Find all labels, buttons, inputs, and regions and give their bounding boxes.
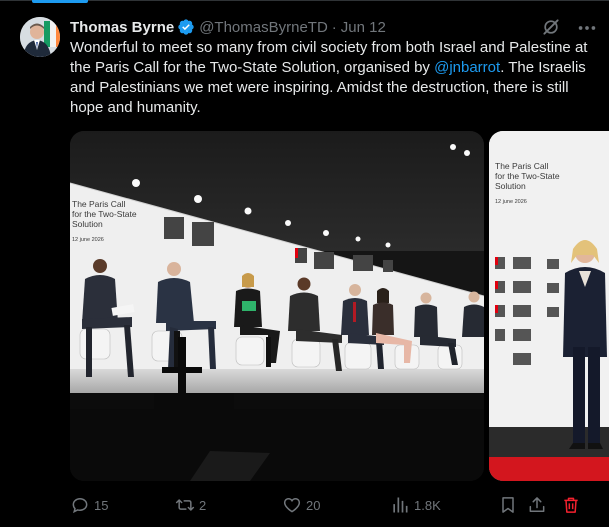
author-handle[interactable]: @ThomasByrneTD	[199, 19, 328, 36]
photo2-banner-line-3: Solution	[495, 181, 526, 191]
tweet-photo-1[interactable]: The Paris Call for the Two-State Solutio…	[70, 131, 484, 481]
bookmark-button[interactable]	[498, 494, 518, 516]
header-separator: ·	[331, 18, 337, 36]
like-count: 20	[306, 497, 321, 513]
grok-icon[interactable]	[541, 17, 561, 37]
mention-link[interactable]: @jnbarrot	[434, 59, 500, 76]
avatar-photo	[20, 17, 60, 57]
views-button[interactable]: 1.8K	[390, 494, 441, 516]
tweet-header: Thomas Byrne @ThomasByrneTD · Jun 12	[70, 16, 386, 38]
photo2-banner-line-2: for the Two-State	[495, 171, 560, 181]
banner-line-3: Solution	[72, 219, 103, 229]
reply-count: 15	[94, 497, 109, 513]
delete-icon	[564, 497, 578, 513]
author-name[interactable]: Thomas Byrne	[70, 19, 174, 36]
bookmark-icon	[502, 497, 514, 513]
photo-speaker: The Paris Call for the Two-State Solutio…	[489, 131, 609, 481]
tweet-actions: 15 2 20 1.8K	[70, 494, 600, 516]
photo2-banner-line-1: The Paris Call	[495, 161, 548, 171]
repost-button[interactable]: 2	[175, 494, 206, 516]
views-count: 1.8K	[414, 497, 441, 513]
banner-date: 12 june 2026	[72, 237, 104, 243]
more-icon[interactable]	[576, 17, 598, 39]
share-icon	[529, 497, 545, 512]
like-button[interactable]: 20	[282, 494, 320, 516]
photo-stage-panel: The Paris Call for the Two-State Solutio…	[70, 131, 484, 481]
repost-count: 2	[199, 497, 207, 513]
views-icon	[393, 497, 408, 513]
like-icon	[283, 497, 301, 513]
banner-line-1: The Paris Call	[72, 199, 125, 209]
banner-line-2: for the Two-State	[72, 209, 137, 219]
share-button[interactable]	[527, 494, 547, 516]
tweet-text: Wonderful to meet so many from civil soc…	[70, 38, 598, 118]
verified-badge-icon[interactable]	[177, 18, 195, 36]
active-tab-indicator	[32, 0, 88, 3]
timeline-divider	[0, 0, 609, 1]
repost-icon	[175, 499, 195, 511]
reply-button[interactable]: 15	[70, 494, 108, 516]
photo2-banner-date: 12 june 2026	[495, 199, 527, 205]
reply-icon	[72, 497, 88, 514]
avatar[interactable]	[20, 17, 60, 57]
tweet-date[interactable]: Jun 12	[341, 19, 386, 36]
delete-button[interactable]	[561, 494, 581, 516]
tweet-photo-2[interactable]: The Paris Call for the Two-State Solutio…	[489, 131, 609, 481]
